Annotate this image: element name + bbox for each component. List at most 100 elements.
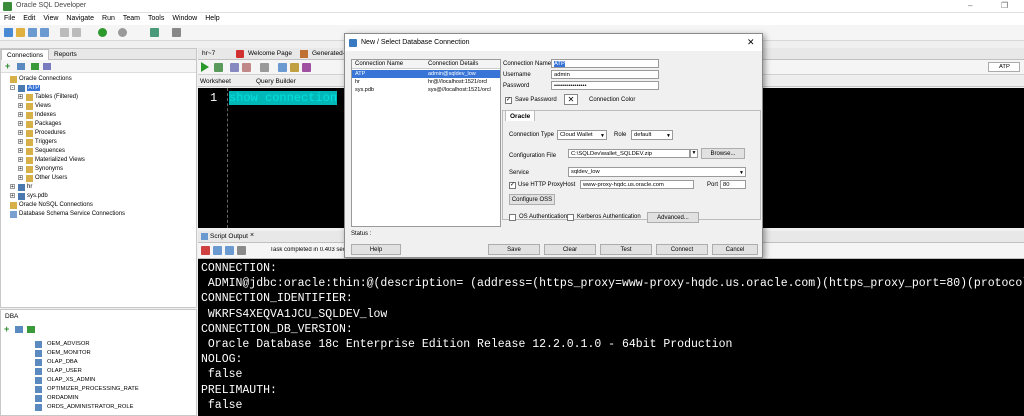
history-icon[interactable] [302,63,311,72]
tree-node[interactable]: + Views [1,102,196,111]
tree-node[interactable]: + Synonyms [1,165,196,174]
save-icon[interactable] [28,28,37,37]
dbg-icon[interactable] [172,28,181,37]
tree-node[interactable]: + Indexes [1,111,196,120]
save-password-checkbox[interactable]: ✓ [505,97,512,104]
menu-navigate[interactable]: Navigate [62,13,98,22]
connect-button[interactable]: Connect [656,244,708,255]
rollback-icon[interactable] [242,63,251,72]
maximize-icon[interactable]: ❐ [1001,1,1008,10]
minimize-icon[interactable]: – [968,1,972,10]
sql-code[interactable]: show connection [229,91,338,105]
refresh-icon[interactable] [31,63,39,70]
menu-file[interactable]: File [0,13,19,22]
autotrace-icon[interactable] [278,63,287,72]
tree-node[interactable]: + Triggers [1,138,196,147]
format-icon[interactable] [290,63,299,72]
tab-reports[interactable]: Reports [49,49,82,60]
tree-node[interactable]: - ATP [1,84,196,93]
config-file-field[interactable]: C:\SQLDev\wallet_SQLDEV.zip [568,149,690,158]
filter-icon[interactable] [17,63,25,70]
expand-icon[interactable]: + [18,130,23,136]
advanced-button[interactable]: Advanced... [647,212,699,223]
expand-icon[interactable]: + [18,121,23,127]
connection-row[interactable]: sys.pdb sys@//localhost:1521/orcl [352,86,500,94]
kerberos-checkbox[interactable] [567,214,574,221]
browse-button[interactable]: Browse... [701,148,745,159]
expand-icon[interactable]: + [18,103,23,109]
tab-connections[interactable]: Connections [1,49,50,60]
clear-output-icon[interactable] [213,246,222,255]
tab-query-builder[interactable]: Query Builder [256,78,296,85]
print-icon[interactable] [237,246,246,255]
back-icon[interactable] [98,28,107,37]
os-auth-checkbox[interactable] [509,214,516,221]
help-button[interactable]: Help [351,244,401,255]
tree-node[interactable]: + Packages [1,120,196,129]
use-http-proxy-checkbox[interactable]: ✓ [509,182,516,189]
cancel-button[interactable]: Cancel [712,244,758,255]
connection-row[interactable]: hr hr@//localhost:1521/orcl [352,78,500,86]
forward-icon[interactable] [118,28,127,37]
port-field[interactable]: 80 [720,180,746,189]
new-icon[interactable] [4,28,13,37]
redo-icon[interactable] [72,28,81,37]
dba-filter-icon[interactable] [15,326,23,333]
tab-worksheet[interactable]: Worksheet [200,78,231,85]
pin-icon[interactable] [201,246,210,255]
tree-node[interactable]: Oracle Connections [1,75,196,84]
expand-icon[interactable]: + [18,94,23,100]
tab-script-output[interactable]: Script Output [210,233,248,240]
col-connection-name[interactable]: Connection Name [355,61,403,67]
dba-refresh-icon[interactable] [27,326,35,333]
clear-button[interactable]: Clear [544,244,596,255]
doc-tab-welcome[interactable]: Welcome Page [248,50,292,57]
expand-icon[interactable]: + [18,112,23,118]
expand-icon[interactable]: - [10,85,15,91]
host-field[interactable]: www-proxy-hqdc.us.oracle.com [580,180,694,189]
role-select[interactable]: default ▼ [631,130,673,140]
menu-window[interactable]: Window [168,13,201,22]
save-button[interactable]: Save [488,244,540,255]
expand-icon[interactable]: + [18,139,23,145]
menu-team[interactable]: Team [119,13,144,22]
expand-icon[interactable]: + [18,157,23,163]
conn-name-field[interactable]: ATP [551,59,659,68]
tree-node[interactable]: + Materialized Views [1,156,196,165]
run-statement-icon[interactable] [201,62,209,72]
tree-node[interactable]: + Other Users [1,174,196,183]
save-all-icon[interactable] [40,28,49,37]
tree-node[interactable]: + Procedures [1,129,196,138]
expand-icon[interactable]: + [18,175,23,181]
username-field[interactable]: admin [551,70,659,79]
schema-icon[interactable] [43,63,51,70]
add-connection-icon[interactable]: + [5,61,10,71]
expand-icon[interactable]: + [18,166,23,172]
sql-icon[interactable] [150,28,159,37]
save-output-icon[interactable] [225,246,234,255]
password-field[interactable]: •••••••••••••••• [551,81,659,90]
add-dba-icon[interactable]: + [4,324,9,334]
tree-node[interactable]: + Tables (Filtered) [1,93,196,102]
tree-node[interactable]: + Sequences [1,147,196,156]
expand-icon[interactable]: + [10,184,15,190]
conn-type-select[interactable]: Cloud Wallet ▼ [557,130,607,140]
doc-tab-hr[interactable]: hr~7 [202,50,215,57]
col-connection-details[interactable]: Connection Details [428,61,478,67]
config-history-icon[interactable]: ▼ [690,149,698,158]
menu-help[interactable]: Help [201,13,223,22]
connection-selector[interactable]: ATP [988,62,1020,72]
explain-icon[interactable] [260,63,269,72]
tree-node[interactable]: + sys.pdb [1,192,196,201]
menu-view[interactable]: View [39,13,62,22]
commit-icon[interactable] [230,63,239,72]
connection-row[interactable]: ATP admin@sqldev_low [352,70,500,78]
run-script-icon[interactable] [214,63,223,72]
tree-node[interactable]: Oracle NoSQL Connections [1,201,196,210]
open-icon[interactable] [16,28,25,37]
configure-oss-button[interactable]: Configure OSS [509,194,555,205]
expand-icon[interactable]: + [18,148,23,154]
tree-node[interactable]: + hr [1,183,196,192]
tab-oracle[interactable]: Oracle [505,110,535,121]
close-output-icon[interactable]: × [250,232,254,239]
